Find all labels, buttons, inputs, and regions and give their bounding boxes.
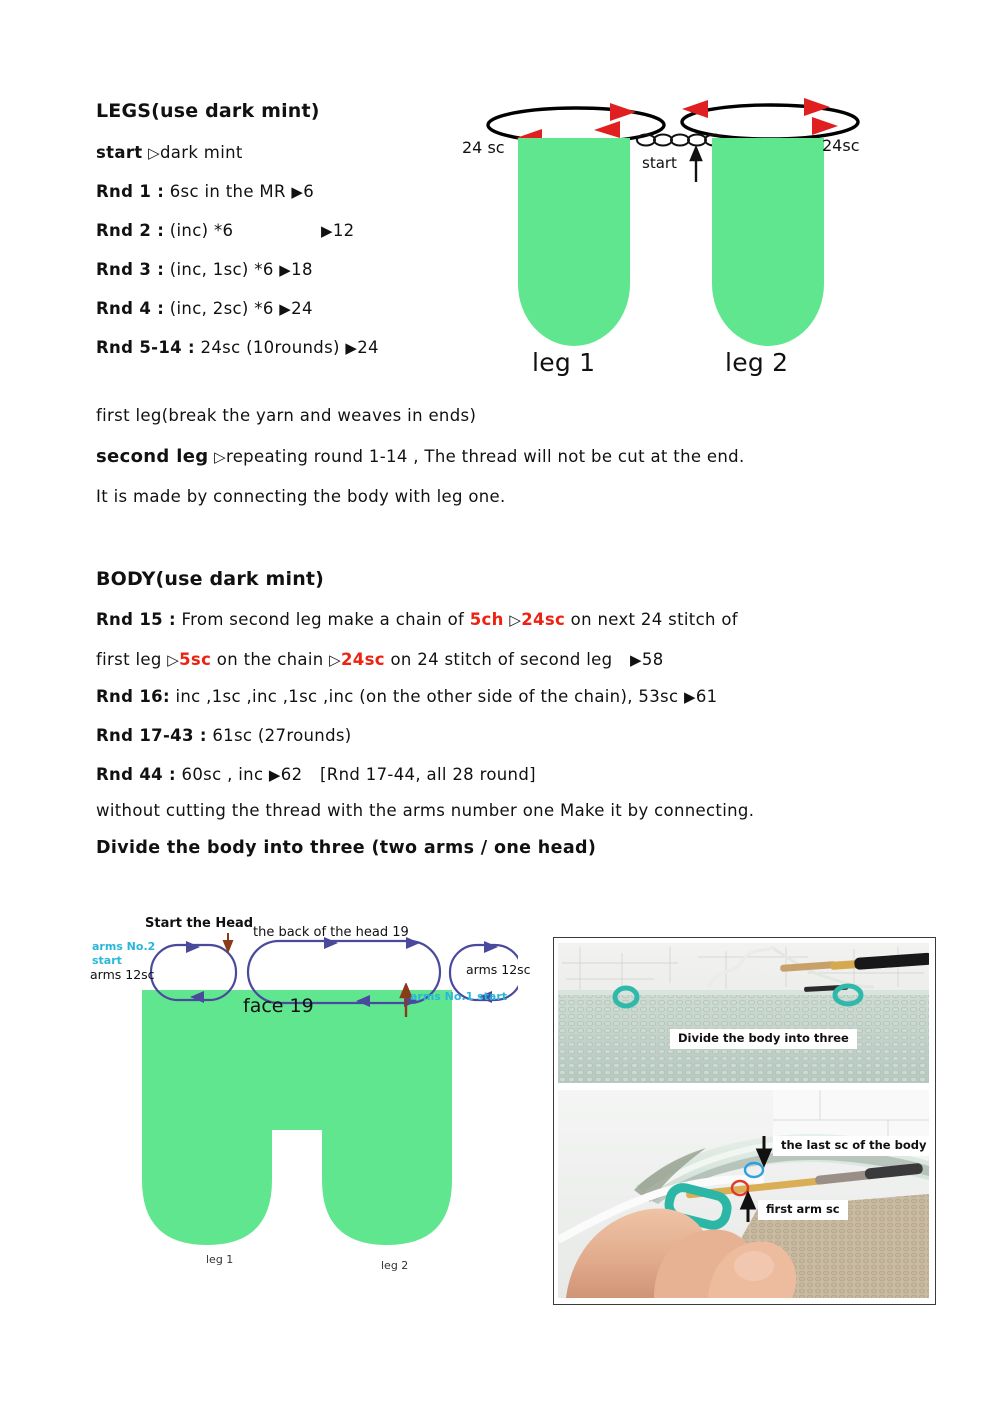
legs-row-rnd5-14-result: 24: [357, 338, 379, 357]
body-rnd15-red-24sc-1: 24sc: [521, 610, 566, 629]
body-row-rnd15-text-e: on 24 stitch of second leg: [390, 650, 613, 669]
legs-row-rnd3-text: (inc, 1sc) *6: [169, 260, 274, 279]
body-row-rnd44-text: 60sc , inc: [181, 765, 264, 784]
legs-row-start-text: dark mint: [159, 143, 243, 162]
legs-row-rnd2-result: 12: [332, 221, 355, 240]
legs-row-start: start dark mint: [96, 143, 243, 162]
body-row-rnd15-text-c: first leg: [96, 650, 162, 669]
legs-row-start-label: start: [96, 143, 143, 162]
photo-top-caption: Divide the body into three: [670, 1029, 857, 1049]
body-diagram-arms12sc-right-label: arms 12sc: [466, 962, 531, 977]
body-diagram-start2-label: start: [92, 954, 122, 967]
legs-row-rnd4-label: Rnd 4 :: [96, 299, 165, 318]
body-diagram-back-of-head-label: the back of the head 19: [253, 925, 409, 940]
body-row-rnd15-text-b: on next 24 stitch of: [570, 610, 738, 629]
photo-bottom-graphic: [558, 1090, 929, 1298]
body-diagram-leg2-label: leg 2: [381, 1259, 409, 1272]
body-row-rnd15-label: Rnd 15 :: [96, 610, 176, 629]
legs-row-rnd3-label: Rnd 3 :: [96, 260, 165, 279]
body-rnd15-result: 58: [641, 650, 664, 669]
body-diagram-start-head-label: Start the Head: [145, 916, 254, 931]
open-triangle-icon: [509, 610, 521, 629]
leg-diagram: 24 sc 24sc start leg 1 leg 2: [460, 92, 880, 377]
legs-row-rnd2-text: (inc) *6: [169, 221, 234, 240]
body-row-rnd44-label: Rnd 44 :: [96, 765, 176, 784]
legs-row-rnd2-label: Rnd 2 :: [96, 221, 165, 240]
body-rnd16-result: 61: [695, 687, 718, 706]
body-rnd15-red-24sc-2: 24sc: [341, 650, 385, 669]
legs-row-rnd1-text: 6sc in the MR: [169, 182, 286, 201]
body-note-without-cutting: without cutting the thread with the arms…: [96, 801, 755, 820]
body-heading: BODY(use dark mint): [96, 568, 325, 590]
solid-triangle-icon: [269, 765, 281, 784]
legs-row-rnd1-result: 6: [303, 182, 315, 201]
legs-row-rnd4-result: 24: [291, 299, 313, 318]
body-diagram-face-label: face 19: [243, 995, 314, 1017]
note-second-leg-label: second leg: [96, 446, 209, 467]
legs-row-rnd5-14: Rnd 5-14 : 24sc (10rounds) 24: [96, 338, 379, 357]
solid-triangle-icon: [684, 687, 696, 706]
body-diagram-arms-no2-label: arms No.2: [92, 940, 156, 953]
legs-row-rnd1: Rnd 1 : 6sc in the MR 6: [96, 182, 315, 201]
body-rnd15-red-5sc: 5sc: [179, 650, 212, 669]
body-note-divide: Divide the body into three (two arms / o…: [96, 838, 597, 858]
body-row-rnd16-text: inc ,1sc ,inc ,1sc ,inc (on the other si…: [175, 687, 679, 706]
photo-bottom-caption-1: the last sc of the body: [773, 1136, 929, 1156]
solid-triangle-icon: [321, 221, 333, 240]
photo-divide-body: Divide the body into three: [558, 943, 929, 1083]
leg2-shape: [712, 138, 824, 346]
body-row-rnd17-43: Rnd 17-43 : 61sc (27rounds): [96, 726, 352, 745]
legs-row-rnd1-label: Rnd 1 :: [96, 182, 165, 201]
body-row-rnd15-text-d: on the chain: [216, 650, 324, 669]
document-page: LEGS(use dark mint) start dark mint Rnd …: [0, 0, 1000, 1413]
body-rnd44-result: 62: [280, 765, 303, 784]
note-second-leg: second leg repeating round 1-14 , The th…: [96, 446, 745, 467]
body-row-rnd15-text-a: From second leg make a chain of: [181, 610, 465, 629]
note-connect: It is made by connecting the body with l…: [96, 487, 506, 506]
solid-triangle-icon: [291, 182, 303, 201]
legs-row-rnd2: Rnd 2 : (inc) *6 12: [96, 221, 355, 240]
photo-first-arm: the last sc of the body first arm sc: [558, 1090, 929, 1298]
open-triangle-icon: [167, 650, 179, 669]
legs-row-rnd5-14-text: 24sc (10rounds): [200, 338, 340, 357]
legs-row-rnd4: Rnd 4 : (inc, 2sc) *6 24: [96, 299, 313, 318]
photo-top-graphic: [558, 943, 929, 1083]
body-rnd44-bracket: [Rnd 17-44, all 28 round]: [320, 765, 536, 784]
solid-triangle-icon: [630, 650, 642, 669]
leg1-stitch-count-label: 24 sc: [462, 138, 505, 157]
legs-heading: LEGS(use dark mint): [96, 100, 320, 122]
leg2-caption: leg 2: [725, 348, 789, 377]
body-row-rnd15-line2: first leg 5sc on the chain 24sc on 24 st…: [96, 650, 664, 669]
body-diagram-leg1-label: leg 1: [206, 1253, 234, 1266]
legs-row-rnd3: Rnd 3 : (inc, 1sc) *6 18: [96, 260, 313, 279]
body-row-rnd16-label: Rnd 16:: [96, 687, 170, 706]
legs-row-rnd4-text: (inc, 2sc) *6: [169, 299, 274, 318]
body-diagram-arms-no1-start-label: arms No.1 start: [410, 990, 508, 1003]
body-row-rnd44: Rnd 44 : 60sc , inc 62 [Rnd 17-44, all 2…: [96, 765, 536, 784]
solid-triangle-icon: [279, 299, 291, 318]
body-rnd15-red-5ch: 5ch: [469, 610, 504, 629]
body-diagram: arms No.2 start arms 12sc Start the Head…: [88, 905, 531, 1283]
leg-diagram-start-label: start: [642, 154, 677, 172]
body-row-rnd15-line1: Rnd 15 : From second leg make a chain of…: [96, 610, 738, 629]
photo-bottom-caption-2: first arm sc: [758, 1200, 848, 1220]
leg1-shape: [518, 138, 630, 346]
legs-row-rnd3-result: 18: [291, 260, 313, 279]
open-triangle-icon: [214, 447, 226, 466]
note-second-leg-text: repeating round 1-14 , The thread will n…: [225, 447, 745, 466]
body-diagram-arms12sc-left-label: arms 12sc: [90, 967, 155, 982]
photo-panel: Divide the body into three the last sc o…: [553, 937, 936, 1305]
legs-row-rnd5-14-label: Rnd 5-14 :: [96, 338, 195, 357]
open-triangle-icon: [148, 143, 160, 162]
body-row-rnd17-43-text: 61sc (27rounds): [212, 726, 352, 745]
solid-triangle-icon: [345, 338, 357, 357]
note-first-leg: first leg(break the yarn and weaves in e…: [96, 406, 477, 425]
solid-triangle-icon: [279, 260, 291, 279]
body-row-rnd17-43-label: Rnd 17-43 :: [96, 726, 207, 745]
leg1-caption: leg 1: [532, 348, 596, 377]
body-row-rnd16: Rnd 16: inc ,1sc ,inc ,1sc ,inc (on the …: [96, 687, 718, 706]
leg2-stitch-count-label: 24sc: [822, 136, 860, 155]
open-triangle-icon: [329, 650, 341, 669]
